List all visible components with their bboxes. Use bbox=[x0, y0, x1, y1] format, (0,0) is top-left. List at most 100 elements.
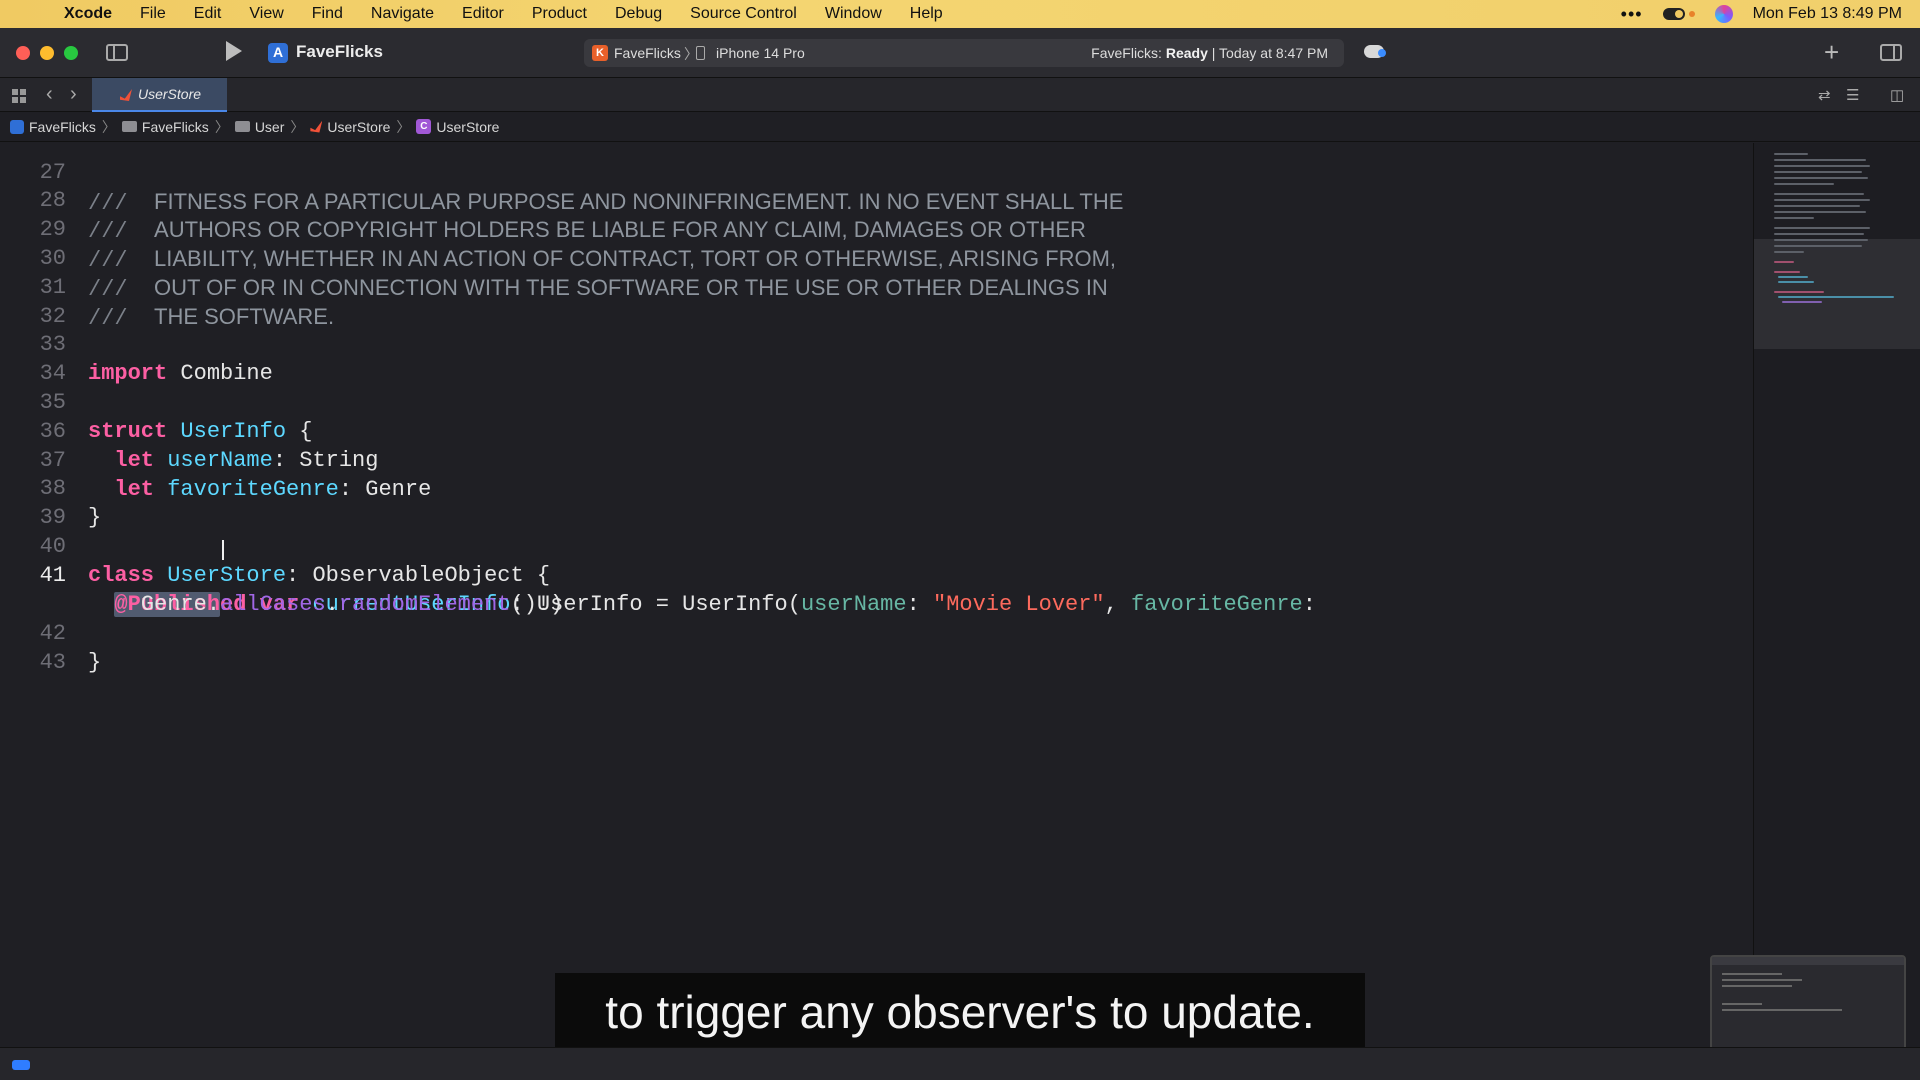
code-line-current[interactable]: 41 @Published var currentUserInfo: UserI… bbox=[0, 532, 1752, 617]
debug-status-bar bbox=[0, 1047, 1920, 1080]
menu-find[interactable]: Find bbox=[298, 5, 357, 23]
breadcrumb-label: FaveFlicks bbox=[141, 118, 209, 135]
split-editor-icon[interactable]: ◫ bbox=[1890, 86, 1904, 104]
minimap-line bbox=[1774, 183, 1834, 185]
minimap-line bbox=[1778, 296, 1894, 298]
code-line[interactable]: 29 /// LIABILITY, WHETHER IN AN ACTION O… bbox=[0, 186, 1752, 273]
thumbnail-toolbar bbox=[1712, 957, 1904, 965]
minimap-line bbox=[1774, 271, 1800, 273]
project-title[interactable]: FaveFlicks bbox=[296, 42, 383, 62]
navigator-toggle-icon[interactable] bbox=[106, 44, 128, 61]
code-line[interactable]: 37 let favoriteGenre: Genre bbox=[0, 417, 1752, 502]
breadcrumb-group[interactable]: FaveFlicks bbox=[121, 118, 209, 135]
minimap-line bbox=[1782, 301, 1822, 303]
control-center-icon[interactable] bbox=[1662, 8, 1685, 20]
code-line[interactable]: 43 bbox=[0, 619, 1752, 675]
breadcrumb-label: UserStore bbox=[436, 118, 500, 135]
menu-debug[interactable]: Debug bbox=[601, 5, 676, 23]
code-line[interactable]: 42 } bbox=[0, 590, 1752, 675]
chevron-right-icon: 〉 bbox=[396, 118, 411, 135]
minimap-viewport[interactable] bbox=[1754, 239, 1920, 349]
menu-file[interactable]: File bbox=[126, 5, 180, 23]
breadcrumb-symbol[interactable]: C UserStore bbox=[416, 119, 499, 135]
more-status-icon[interactable]: ••• bbox=[1621, 4, 1643, 25]
code-line[interactable]: 32 bbox=[0, 273, 1752, 329]
close-window-button[interactable] bbox=[16, 45, 30, 60]
siri-icon[interactable] bbox=[1714, 5, 1733, 23]
project-icon bbox=[268, 43, 288, 63]
menu-editor[interactable]: Editor bbox=[448, 5, 518, 23]
minimap-line bbox=[1774, 233, 1864, 235]
swift-file-icon bbox=[310, 120, 323, 133]
breadcrumb-file[interactable]: UserStore bbox=[310, 119, 390, 135]
breadcrumb-project[interactable]: FaveFlicks bbox=[10, 119, 96, 135]
code-editor[interactable]: 27 /// FITNESS FOR A PARTICULAR PURPOSE … bbox=[0, 143, 1752, 1047]
code-line[interactable]: 35 struct UserInfo { bbox=[0, 359, 1752, 444]
menu-clock[interactable]: Mon Feb 13 8:49 PM bbox=[1753, 5, 1902, 23]
minimap[interactable] bbox=[1753, 143, 1920, 1047]
code-line[interactable]: 33 import Combine bbox=[0, 301, 1752, 386]
thumbnail-line bbox=[1722, 985, 1792, 987]
line-number: 43 bbox=[39, 650, 66, 675]
code-line[interactable]: 31 /// THE SOFTWARE. bbox=[0, 244, 1752, 331]
breadcrumb-folder-user[interactable]: User bbox=[234, 119, 284, 135]
code-line[interactable]: 27 /// FITNESS FOR A PARTICULAR PURPOSE … bbox=[0, 143, 1752, 216]
minimap-line bbox=[1778, 276, 1808, 278]
minimap-line bbox=[1774, 251, 1804, 253]
related-items-icon[interactable] bbox=[12, 89, 26, 103]
minimap-line bbox=[1774, 245, 1862, 247]
iphone-icon bbox=[696, 46, 705, 60]
cloud-status-icon[interactable] bbox=[1364, 45, 1386, 58]
code-line[interactable]: 39 bbox=[0, 474, 1752, 530]
code-line[interactable]: 28 /// AUTHORS OR COPYRIGHT HOLDERS BE L… bbox=[0, 157, 1752, 244]
swift-file-icon bbox=[120, 89, 132, 101]
destination-selector[interactable]: iPhone 14 Pro bbox=[716, 45, 805, 61]
class-icon: C bbox=[416, 119, 432, 134]
minimize-window-button[interactable] bbox=[40, 45, 54, 60]
minimap-line bbox=[1774, 239, 1868, 241]
code-line[interactable]: 40 class UserStore: ObservableObject { bbox=[0, 503, 1752, 588]
code-line[interactable]: 36 let userName: String bbox=[0, 388, 1752, 473]
forward-arrow-icon[interactable]: › bbox=[70, 83, 77, 106]
debug-area-toggle-icon[interactable] bbox=[12, 1060, 30, 1070]
window-controls bbox=[16, 45, 78, 60]
minimap-line bbox=[1774, 153, 1808, 155]
thumbnail-line bbox=[1722, 979, 1802, 981]
menu-source-control[interactable]: Source Control bbox=[676, 5, 811, 23]
menu-edit[interactable]: Edit bbox=[180, 5, 236, 23]
menu-product[interactable]: Product bbox=[518, 5, 601, 23]
back-arrow-icon[interactable]: ‹ bbox=[46, 83, 53, 106]
minimap-line bbox=[1774, 211, 1866, 213]
thumbnail-line bbox=[1722, 1003, 1762, 1005]
menu-window[interactable]: Window bbox=[811, 5, 896, 23]
menu-view[interactable]: View bbox=[235, 5, 297, 23]
run-button[interactable] bbox=[226, 41, 242, 61]
activity-time: | Today at 8:47 PM bbox=[1211, 45, 1328, 61]
video-caption: to trigger any observer's to update. bbox=[555, 973, 1365, 1051]
activity-status: FaveFlicks: Ready | Today at 8:47 PM bbox=[1091, 45, 1328, 61]
chevron-right-icon: 〉 bbox=[101, 118, 116, 135]
ibeam-cursor-icon bbox=[222, 540, 224, 560]
minimap-line bbox=[1778, 281, 1814, 283]
code-line[interactable]: 34 bbox=[0, 330, 1752, 386]
activity-project: FaveFlicks: bbox=[1091, 45, 1162, 61]
refresh-icon[interactable]: ⇄ bbox=[1818, 86, 1831, 104]
zoom-window-button[interactable] bbox=[64, 45, 78, 60]
inspector-toggle-icon[interactable] bbox=[1880, 44, 1902, 61]
tab-userstore[interactable]: UserStore bbox=[92, 78, 227, 112]
add-library-button[interactable]: + bbox=[1824, 38, 1839, 66]
thumbnail-line bbox=[1722, 1009, 1842, 1011]
menu-app-name[interactable]: Xcode bbox=[62, 5, 126, 23]
brace-token: } bbox=[88, 650, 102, 675]
code-line[interactable]: 30 /// OUT OF OR IN CONNECTION WITH THE … bbox=[0, 215, 1752, 302]
code-line-wrapped[interactable]: Genre.allCases.randomElement()!) bbox=[0, 561, 1752, 617]
menu-help[interactable]: Help bbox=[896, 5, 957, 23]
code-line[interactable]: 38 } bbox=[0, 445, 1752, 530]
scheme-selector[interactable]: FaveFlicks bbox=[614, 45, 681, 61]
menu-navigate[interactable]: Navigate bbox=[357, 5, 448, 23]
folder-icon bbox=[234, 121, 250, 132]
activity-state: Ready bbox=[1165, 45, 1208, 61]
breadcrumb-label: UserStore bbox=[327, 118, 391, 135]
editor-options-icon[interactable]: ☰ bbox=[1846, 86, 1859, 104]
minimap-line bbox=[1774, 171, 1862, 173]
